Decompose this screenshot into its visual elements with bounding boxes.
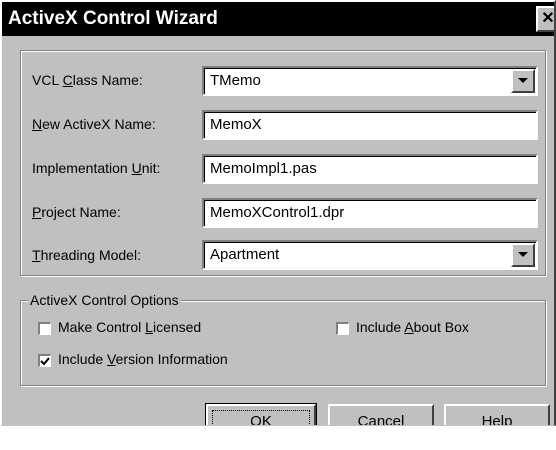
vcl-class-dropdown-button[interactable] — [511, 69, 535, 93]
title-bar[interactable]: ActiveX Control Wizard ✕ — [2, 2, 555, 36]
dialog-title: ActiveX Control Wizard — [8, 8, 218, 29]
chevron-down-icon — [518, 78, 528, 83]
close-icon: ✕ — [541, 10, 555, 27]
vcl-class-name-label: VCL Class Name: — [32, 72, 143, 88]
project-name-input[interactable]: MemoXControl1.dpr — [202, 198, 538, 228]
help-button-label: Help — [481, 413, 513, 426]
include-version-information-label[interactable]: Include Version Information — [58, 351, 228, 367]
include-about-box-checkbox[interactable] — [336, 322, 349, 335]
cancel-button-label: Cancel — [357, 413, 405, 426]
vcl-class-name-combo[interactable]: TMemo — [202, 66, 538, 96]
vcl-class-name-value: TMemo — [210, 72, 261, 89]
make-control-licensed-checkbox[interactable] — [38, 322, 51, 335]
include-about-box-label[interactable]: Include About Box — [356, 319, 469, 335]
chevron-down-icon — [518, 252, 528, 257]
threading-model-label: Threading Model: — [32, 247, 141, 263]
cancel-button[interactable]: Cancel — [328, 404, 434, 426]
new-activex-name-input[interactable]: MemoX — [202, 110, 538, 140]
activex-control-wizard-dialog: ActiveX Control Wizard ✕ VCL Class Name:… — [0, 0, 556, 426]
threading-model-dropdown-button[interactable] — [511, 243, 535, 267]
include-version-information-checkbox[interactable] — [38, 354, 51, 367]
threading-model-combo[interactable]: Apartment — [202, 240, 538, 270]
ok-button[interactable]: OK — [205, 403, 317, 425]
focus-rectangle — [212, 410, 310, 425]
new-activex-name-label: New ActiveX Name: — [32, 116, 156, 132]
implementation-unit-label: Implementation Unit: — [32, 160, 161, 176]
implementation-unit-input[interactable]: MemoImpl1.pas — [202, 154, 538, 184]
checkmark-icon — [40, 357, 50, 366]
threading-model-value: Apartment — [210, 246, 280, 263]
close-button[interactable]: ✕ — [536, 6, 555, 32]
project-name-label: Project Name: — [32, 204, 121, 220]
activex-control-options-group — [20, 300, 546, 386]
make-control-licensed-label[interactable]: Make Control Licensed — [58, 319, 201, 335]
help-button[interactable]: Help — [444, 404, 550, 426]
options-group-label: ActiveX Control Options — [28, 292, 181, 308]
